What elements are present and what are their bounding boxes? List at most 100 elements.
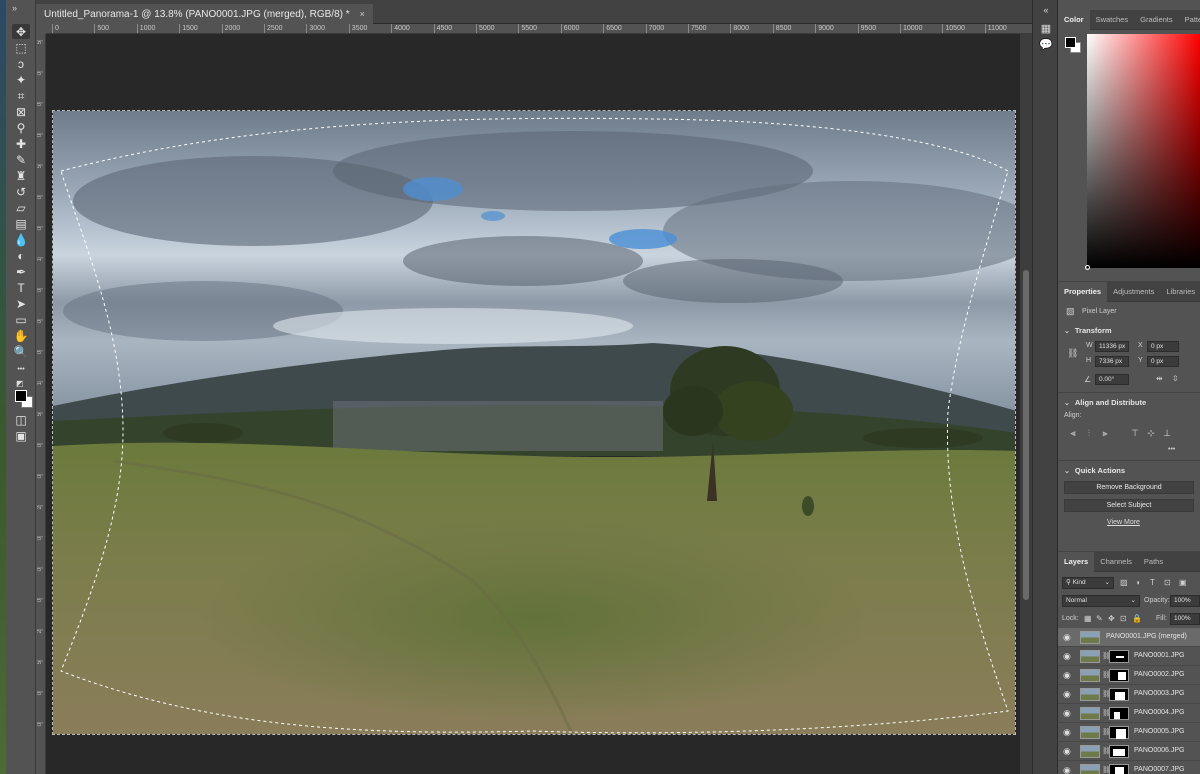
layer-mask-thumbnail[interactable] xyxy=(1109,650,1129,663)
visibility-eye-icon[interactable]: ◉ xyxy=(1063,746,1071,757)
filter-pixel-icon[interactable]: ▨ xyxy=(1120,578,1128,587)
tab-paths[interactable]: Paths xyxy=(1138,552,1169,572)
screen-mode-icon[interactable]: ▣ xyxy=(12,428,30,443)
visibility-eye-icon[interactable]: ◉ xyxy=(1063,727,1071,738)
dodge-tool-icon[interactable]: ◐ xyxy=(12,248,30,263)
transform-section-header[interactable]: ⌄ Transform xyxy=(1064,326,1112,335)
visibility-eye-icon[interactable]: ◉ xyxy=(1063,651,1071,662)
crop-tool-icon[interactable]: ⌗ xyxy=(12,88,30,103)
visibility-eye-icon[interactable]: ◉ xyxy=(1063,632,1071,643)
marquee-tool-icon[interactable]: ⬚ xyxy=(12,40,30,55)
align-horizontal-centers-icon[interactable]: ⫶ xyxy=(1084,428,1094,438)
eyedropper-tool-icon[interactable]: ⚲ xyxy=(12,120,30,135)
layer-mask-thumbnail[interactable] xyxy=(1109,707,1129,720)
angle-field[interactable]: 0.00° xyxy=(1095,374,1129,385)
hand-tool-icon[interactable]: ✋ xyxy=(12,328,30,343)
comments-panel-icon[interactable]: 💬 xyxy=(1039,38,1053,52)
lock-image-icon[interactable]: ✎ xyxy=(1096,614,1103,623)
toolbar-collapse-icon[interactable]: » xyxy=(12,3,17,13)
visibility-eye-icon[interactable]: ◉ xyxy=(1063,708,1071,719)
color-picker-marker[interactable] xyxy=(1085,265,1090,270)
layer-row[interactable]: ◉ PANO0001.JPG (merged) xyxy=(1058,628,1200,647)
more-tools-icon[interactable]: ••• xyxy=(12,362,30,377)
align-vertical-centers-icon[interactable]: ⊹ xyxy=(1146,428,1156,438)
filter-type-icon[interactable]: T xyxy=(1150,578,1155,587)
align-right-edges-icon[interactable]: ⫸ xyxy=(1100,428,1110,438)
layer-row[interactable]: ◉ ⛓ PANO0006.JPG xyxy=(1058,742,1200,761)
ruler-origin[interactable] xyxy=(36,24,46,34)
flip-horizontal-icon[interactable]: ⇹ xyxy=(1156,374,1163,383)
filter-shape-icon[interactable]: ⊡ xyxy=(1164,578,1171,587)
visibility-eye-icon[interactable]: ◉ xyxy=(1063,689,1071,700)
canvas-area[interactable] xyxy=(46,34,1020,774)
lock-artboard-icon[interactable]: ⊡ xyxy=(1120,614,1127,623)
blur-tool-icon[interactable]: 💧 xyxy=(12,232,30,247)
blend-mode-select[interactable]: Normal ⌄ xyxy=(1062,595,1140,607)
close-tab-icon[interactable]: × xyxy=(360,9,365,19)
more-align-options-icon[interactable]: ••• xyxy=(1168,446,1175,453)
eraser-tool-icon[interactable]: ▱ xyxy=(12,200,30,215)
horizontal-ruler[interactable]: 0 500 1000 1500 2000 2500 3000 3500 4000 4500 5000… xyxy=(46,24,1032,34)
filter-smart-object-icon[interactable]: ▣ xyxy=(1179,578,1187,587)
panorama-image[interactable] xyxy=(52,110,1016,735)
default-colors-icon[interactable]: ◩ xyxy=(16,379,24,388)
remove-background-button[interactable]: Remove Background xyxy=(1064,481,1194,494)
layer-row[interactable]: ◉ ⛓ PANO0003.JPG xyxy=(1058,685,1200,704)
pen-tool-icon[interactable]: ✒ xyxy=(12,264,30,279)
move-tool-icon[interactable]: ✥ xyxy=(12,24,30,39)
tab-libraries[interactable]: Libraries xyxy=(1160,282,1200,302)
document-tab[interactable]: Untitled_Panorama-1 @ 13.8% (PANO0001.JP… xyxy=(36,4,373,24)
layer-row[interactable]: ◉ ⛓ PANO0002.JPG xyxy=(1058,666,1200,685)
frame-tool-icon[interactable]: ⊠ xyxy=(12,104,30,119)
vertical-scrollbar[interactable] xyxy=(1020,34,1032,774)
path-selection-tool-icon[interactable]: ➤ xyxy=(12,296,30,311)
type-tool-icon[interactable]: T xyxy=(12,280,30,295)
flip-vertical-icon[interactable]: ⇳ xyxy=(1172,374,1179,383)
tab-layers[interactable]: Layers xyxy=(1058,552,1095,572)
layer-row[interactable]: ◉ ⛓ PANO0005.JPG xyxy=(1058,723,1200,742)
quick-mask-icon[interactable]: ◫ xyxy=(12,412,30,427)
layer-thumbnail[interactable] xyxy=(1080,669,1100,682)
brush-tool-icon[interactable]: ✎ xyxy=(12,152,30,167)
view-more-link[interactable]: View More xyxy=(1107,519,1140,526)
layer-mask-thumbnail[interactable] xyxy=(1109,745,1129,758)
lock-position-icon[interactable]: ✥ xyxy=(1108,614,1115,623)
select-subject-button[interactable]: Select Subject xyxy=(1064,499,1194,512)
filter-adjustment-icon[interactable]: ◑ xyxy=(1135,578,1140,587)
layer-thumbnail[interactable] xyxy=(1080,726,1100,739)
align-left-edges-icon[interactable]: ⫷ xyxy=(1068,428,1078,438)
layer-thumbnail[interactable] xyxy=(1080,764,1100,774)
height-field[interactable]: 7336 px xyxy=(1095,356,1129,367)
foreground-color-swatch[interactable] xyxy=(15,390,27,402)
layer-mask-thumbnail[interactable] xyxy=(1109,726,1129,739)
layer-row[interactable]: ◉ ⛓ PANO0001.JPG xyxy=(1058,647,1200,666)
width-field[interactable]: 11336 px xyxy=(1095,341,1129,352)
scrollbar-thumb[interactable] xyxy=(1023,270,1029,600)
x-position-field[interactable]: 0 px xyxy=(1147,341,1179,352)
layer-row[interactable]: ◉ ⛓ PANO0007.JPG xyxy=(1058,761,1200,774)
color-panel-foreground-swatch[interactable] xyxy=(1065,37,1076,48)
tab-channels[interactable]: Channels xyxy=(1094,552,1138,572)
gradient-tool-icon[interactable]: ▤ xyxy=(12,216,30,231)
link-dimensions-icon[interactable]: ⛓ xyxy=(1067,348,1078,359)
visibility-eye-icon[interactable]: ◉ xyxy=(1063,765,1071,774)
layer-thumbnail[interactable] xyxy=(1080,707,1100,720)
zoom-tool-icon[interactable]: 🔍 xyxy=(12,344,30,359)
opacity-field[interactable]: 100% xyxy=(1170,595,1200,607)
align-top-edges-icon[interactable]: ⊤ xyxy=(1130,428,1140,438)
visibility-eye-icon[interactable]: ◉ xyxy=(1063,670,1071,681)
healing-brush-tool-icon[interactable]: ✚ xyxy=(12,136,30,151)
layer-row[interactable]: ◉ ⛓ PANO0004.JPG xyxy=(1058,704,1200,723)
y-position-field[interactable]: 0 px xyxy=(1147,356,1179,367)
history-brush-tool-icon[interactable]: ↺ xyxy=(12,184,30,199)
layer-mask-thumbnail[interactable] xyxy=(1109,669,1129,682)
align-bottom-edges-icon[interactable]: ⊥ xyxy=(1162,428,1172,438)
color-picker-field[interactable] xyxy=(1085,34,1200,270)
dock-collapse-icon[interactable]: « xyxy=(1039,3,1053,17)
layer-mask-thumbnail[interactable] xyxy=(1109,688,1129,701)
layer-thumbnail[interactable] xyxy=(1080,631,1100,644)
fill-field[interactable]: 100% xyxy=(1170,613,1200,625)
tab-adjustments[interactable]: Adjustments xyxy=(1107,282,1160,302)
align-distribute-header[interactable]: ⌄ Align and Distribute xyxy=(1064,398,1146,407)
quick-actions-header[interactable]: ⌄ Quick Actions xyxy=(1064,466,1125,475)
